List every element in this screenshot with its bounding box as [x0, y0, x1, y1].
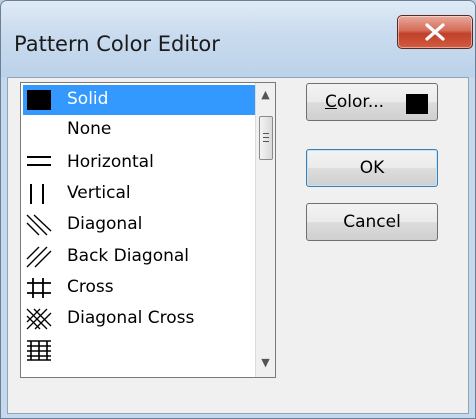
list-item-dense[interactable] [23, 335, 255, 365]
dense-pattern-icon [27, 340, 51, 361]
diagonal-pattern-icon [26, 214, 52, 236]
list-item-label: Back Diagonal [67, 246, 190, 266]
mnemonic-letter: C [325, 92, 337, 112]
none-pattern-icon [26, 118, 52, 142]
dialog-window: Pattern Color Editor Solid None Horizont… [0, 0, 476, 419]
close-icon [425, 23, 445, 41]
pattern-list: Solid None Horizontal Vertical Diagonal … [21, 83, 255, 377]
list-item-cross[interactable]: Cross [23, 273, 255, 303]
scroll-thumb[interactable] [259, 116, 273, 160]
vertical-pattern-icon [30, 184, 44, 204]
list-item-label: Solid [67, 89, 109, 109]
title-bar[interactable]: Pattern Color Editor [1, 1, 475, 77]
list-item-label: Diagonal Cross [67, 308, 195, 328]
color-button-text: olor... [336, 92, 385, 112]
list-item-solid[interactable]: Solid [23, 85, 255, 115]
horizontal-pattern-icon [27, 156, 51, 166]
back-diagonal-pattern-icon [26, 246, 52, 268]
list-item-label: None [67, 119, 112, 139]
list-scrollbar[interactable]: ▲ ▼ [255, 83, 275, 377]
ok-button-label: OK [359, 158, 385, 178]
list-item-vertical[interactable]: Vertical [23, 179, 255, 209]
scroll-down-arrow-icon[interactable]: ▼ [256, 353, 275, 373]
color-button-label: Color... [325, 92, 384, 112]
thumb-grip [263, 133, 269, 134]
list-item-label: Vertical [67, 183, 131, 203]
cancel-button-label: Cancel [343, 212, 401, 232]
list-item-back-diagonal[interactable]: Back Diagonal [23, 242, 255, 272]
solid-pattern-icon [27, 90, 51, 110]
list-item-horizontal[interactable]: Horizontal [23, 148, 255, 178]
list-item-diagonal-cross[interactable]: Diagonal Cross [23, 304, 255, 334]
color-swatch [406, 94, 428, 114]
scroll-up-arrow-icon[interactable]: ▲ [256, 85, 275, 105]
ok-button[interactable]: OK [306, 149, 438, 187]
color-button[interactable]: Color... [306, 83, 438, 121]
list-item-none[interactable]: None [23, 115, 255, 145]
list-item-label: Diagonal [67, 214, 143, 234]
cross-pattern-icon [27, 278, 51, 298]
pattern-listbox[interactable]: Solid None Horizontal Vertical Diagonal … [20, 82, 276, 378]
diagonal-cross-pattern-icon [26, 308, 52, 330]
thumb-grip [263, 141, 269, 142]
list-item-label: Cross [67, 277, 114, 297]
close-button[interactable] [397, 15, 473, 49]
window-title: Pattern Color Editor [14, 32, 220, 56]
list-item-diagonal[interactable]: Diagonal [23, 210, 255, 240]
cancel-button[interactable]: Cancel [306, 203, 438, 241]
thumb-grip [263, 137, 269, 138]
list-item-label: Horizontal [67, 152, 154, 172]
